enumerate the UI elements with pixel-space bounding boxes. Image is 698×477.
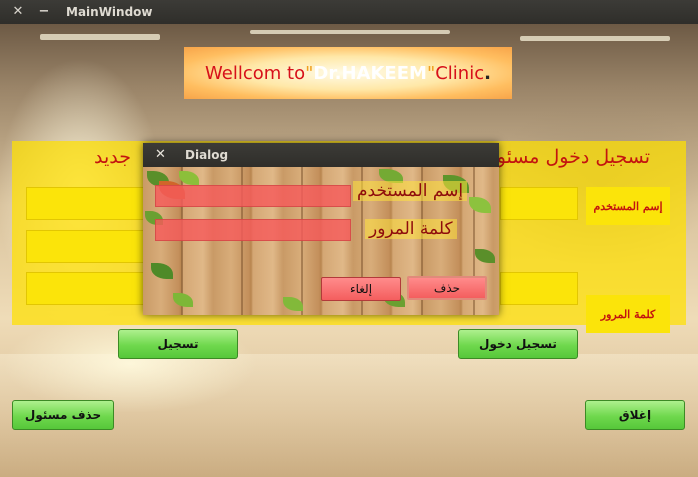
dialog-password-label: كلمة المرور [365, 219, 457, 239]
new-extra-input[interactable] [26, 272, 144, 305]
leaf-icon [173, 293, 193, 307]
welcome-quote-open: " [305, 62, 314, 84]
welcome-doctor-name: Dr.HAKEEM [313, 62, 427, 84]
panel-heading-new: جديد [94, 146, 131, 168]
close-button[interactable]: إغلاق [585, 400, 685, 430]
welcome-banner: Wellcom to " Dr.HAKEEM " Clinic. [184, 47, 512, 99]
dialog-titlebar: ✕ Dialog [143, 143, 499, 167]
ceiling-light [250, 30, 450, 34]
dialog-cancel-button[interactable]: إلغاء [321, 277, 401, 301]
ceiling-light [40, 34, 160, 40]
register-button[interactable]: تسجيل [118, 329, 238, 359]
leaf-icon [475, 249, 495, 263]
admin-password-label: كلمة المرور [586, 295, 670, 333]
new-username-input[interactable] [26, 187, 144, 220]
welcome-text-part2: Clinic [435, 62, 485, 84]
new-password-input[interactable] [26, 230, 144, 263]
admin-password-input[interactable] [500, 272, 578, 305]
welcome-text-part1: Wellcom to [205, 62, 306, 84]
admin-username-input[interactable] [500, 187, 578, 220]
welcome-quote-close: " [426, 62, 436, 84]
minimize-window-icon[interactable]: − [36, 4, 52, 20]
welcome-period: . [484, 62, 491, 84]
delete-dialog: ✕ Dialog إسم المستخدم كلمة المرور إلغاء … [143, 143, 499, 315]
dialog-password-input[interactable] [155, 219, 351, 241]
dialog-username-label: إسم المستخدم [353, 181, 468, 201]
dialog-body: إسم المستخدم كلمة المرور إلغاء حذف [143, 167, 499, 315]
leaf-icon [283, 297, 303, 311]
admin-username-label: إسم المستخدم [586, 187, 670, 225]
login-button[interactable]: تسجيل دخول [458, 329, 578, 359]
window-title: MainWindow [66, 5, 153, 19]
panel-heading: تسجيل دخول مسئول [482, 146, 650, 168]
dialog-close-icon[interactable]: ✕ [155, 147, 166, 162]
delete-admin-button[interactable]: حذف مسئول [12, 400, 114, 430]
dialog-delete-button[interactable]: حذف [407, 276, 487, 300]
main-window-titlebar: ✕ − MainWindow [0, 0, 698, 24]
dialog-title: Dialog [185, 148, 229, 162]
dialog-username-input[interactable] [155, 185, 351, 207]
ceiling-light [520, 36, 670, 41]
leaf-icon [151, 263, 173, 279]
close-window-icon[interactable]: ✕ [10, 4, 26, 20]
